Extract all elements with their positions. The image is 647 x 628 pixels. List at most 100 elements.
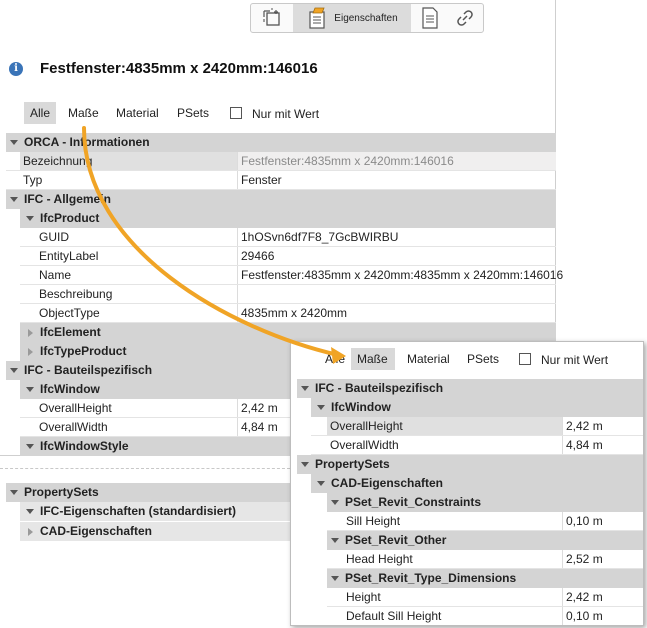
group-label: PSet_Revit_Constraints bbox=[345, 495, 482, 509]
group-cad-eigenschaften[interactable]: CAD-Eigenschaften bbox=[20, 522, 290, 541]
filter-checkbox[interactable] bbox=[519, 353, 531, 365]
document-icon bbox=[422, 7, 438, 29]
property-row-height[interactable]: Height 2,42 m bbox=[327, 588, 643, 607]
transform-button[interactable] bbox=[255, 4, 291, 32]
property-key: Bezeichnung bbox=[20, 152, 238, 170]
group-label: IfcWindow bbox=[40, 382, 100, 396]
expand-icon bbox=[28, 528, 33, 536]
link-icon bbox=[457, 10, 473, 26]
group-ifc-bauteilspezifisch[interactable]: IFC - Bauteilspezifisch bbox=[297, 379, 643, 398]
tab-alle[interactable]: Alle bbox=[24, 102, 56, 124]
collapse-icon bbox=[301, 386, 309, 391]
tab-material[interactable]: Material bbox=[110, 102, 165, 124]
collapse-icon bbox=[26, 509, 34, 514]
group-label: ORCA - Informationen bbox=[24, 135, 150, 149]
group-ifcproduct[interactable]: IfcProduct bbox=[20, 209, 556, 228]
property-row-sill-height[interactable]: Sill Height 0,10 m bbox=[327, 512, 643, 531]
tab-psets[interactable]: PSets bbox=[171, 102, 215, 124]
property-row-objecttype[interactable]: ObjectType 4835mm x 2420mm bbox=[20, 304, 556, 323]
collapse-icon bbox=[26, 216, 34, 221]
filter-label: Nur mit Wert bbox=[541, 353, 609, 367]
property-key: Default Sill Height bbox=[343, 607, 563, 625]
property-row-head-height[interactable]: Head Height 2,52 m bbox=[327, 550, 643, 569]
tab-psets[interactable]: PSets bbox=[461, 348, 505, 370]
properties-icon bbox=[309, 7, 325, 29]
property-key: Name bbox=[36, 266, 238, 284]
property-key: Height bbox=[343, 588, 563, 606]
group-label: IFC - Bauteilspezifisch bbox=[315, 381, 444, 395]
property-row-bezeichnung[interactable]: Bezeichnung Festfenster:4835mm x 2420mm:… bbox=[6, 152, 556, 171]
section-divider bbox=[0, 468, 290, 469]
group-label: IfcTypeProduct bbox=[40, 344, 127, 358]
group-label: CAD-Eigenschaften bbox=[331, 476, 444, 490]
property-key: OverallHeight bbox=[36, 399, 238, 417]
link-button[interactable] bbox=[449, 4, 481, 32]
collapse-icon bbox=[331, 500, 339, 505]
property-row-overallwidth[interactable]: OverallWidth 4,84 m bbox=[311, 436, 643, 455]
collapse-icon bbox=[10, 490, 18, 495]
filter-label: Nur mit Wert bbox=[252, 107, 320, 121]
properties-tab-button[interactable]: Eigenschaften bbox=[293, 4, 411, 32]
property-key: Sill Height bbox=[343, 512, 563, 530]
group-pset-other[interactable]: PSet_Revit_Other bbox=[327, 531, 643, 550]
group-ifcwindow[interactable]: IfcWindow bbox=[311, 398, 643, 417]
group-label: IFC - Bauteilspezifisch bbox=[24, 363, 153, 377]
transform-icon bbox=[263, 8, 280, 26]
tab-material[interactable]: Material bbox=[401, 348, 456, 370]
tab-masse[interactable]: Maße bbox=[351, 348, 395, 370]
group-propertysets[interactable]: PropertySets bbox=[297, 455, 643, 474]
property-row-typ[interactable]: Typ Fenster bbox=[6, 171, 556, 190]
property-value: 2,52 m bbox=[566, 552, 603, 566]
property-row-name[interactable]: Name Festfenster:4835mm x 2420mm:4835mm … bbox=[20, 266, 563, 285]
property-row-entitylabel[interactable]: EntityLabel 29466 bbox=[20, 247, 556, 266]
group-label: IfcProduct bbox=[40, 211, 100, 225]
property-key: OverallHeight bbox=[327, 417, 563, 435]
property-value: 2,42 m bbox=[566, 590, 603, 604]
group-label: IFC-Eigenschaften (standardisiert) bbox=[40, 504, 237, 518]
collapse-icon bbox=[26, 387, 34, 392]
property-value: 1hOSvn6df7F8_7GcBWIRBU bbox=[241, 230, 399, 244]
collapse-icon bbox=[26, 444, 34, 449]
group-ifcelement[interactable]: IfcElement bbox=[20, 323, 556, 342]
property-value: 29466 bbox=[241, 249, 275, 263]
property-value: 4,84 m bbox=[241, 420, 278, 434]
collapse-icon bbox=[331, 538, 339, 543]
group-label: CAD-Eigenschaften bbox=[40, 524, 153, 538]
group-label: IFC - Allgemein bbox=[24, 192, 111, 206]
property-row-beschreibung[interactable]: Beschreibung bbox=[20, 285, 556, 304]
group-pset-constraints[interactable]: PSet_Revit_Constraints bbox=[327, 493, 643, 512]
property-row-guid[interactable]: GUID 1hOSvn6df7F8_7GcBWIRBU bbox=[20, 228, 556, 247]
group-pset-type-dimensions[interactable]: PSet_Revit_Type_Dimensions bbox=[327, 569, 643, 588]
info-icon: i bbox=[9, 62, 23, 76]
property-row-overallheight[interactable]: OverallHeight 2,42 m bbox=[311, 417, 643, 436]
group-propertysets[interactable]: PropertySets bbox=[6, 483, 290, 502]
property-value bbox=[238, 285, 241, 303]
property-key: ObjectType bbox=[36, 304, 238, 322]
document-button[interactable] bbox=[413, 4, 447, 32]
group-ifc-eigenschaften[interactable]: IFC-Eigenschaften (standardisiert) bbox=[20, 502, 290, 521]
group-label: IfcElement bbox=[40, 325, 101, 339]
property-key: EntityLabel bbox=[36, 247, 238, 265]
collapse-icon bbox=[317, 481, 325, 486]
property-value: 0,10 m bbox=[566, 514, 603, 528]
property-key: Typ bbox=[20, 171, 238, 189]
property-value: 2,42 m bbox=[566, 419, 603, 433]
group-cad-eigenschaften[interactable]: CAD-Eigenschaften bbox=[311, 474, 643, 493]
property-value: Fenster bbox=[241, 173, 282, 187]
group-label: PSet_Revit_Type_Dimensions bbox=[345, 571, 517, 585]
property-row-default-sill-height[interactable]: Default Sill Height 0,10 m bbox=[327, 607, 643, 625]
tab-masse[interactable]: Maße bbox=[62, 102, 105, 124]
collapse-icon bbox=[10, 140, 18, 145]
tab-alle[interactable]: Alle bbox=[319, 348, 351, 370]
group-ifc-allgemein[interactable]: IFC - Allgemein bbox=[6, 190, 556, 209]
filter-checkbox[interactable] bbox=[230, 107, 242, 119]
property-key: Beschreibung bbox=[36, 285, 238, 303]
expand-icon bbox=[28, 329, 33, 337]
group-label: IfcWindowStyle bbox=[40, 439, 129, 453]
group-orca[interactable]: ORCA - Informationen bbox=[6, 133, 556, 152]
property-value: 2,42 m bbox=[241, 401, 278, 415]
element-title: Festfenster:4835mm x 2420mm:146016 bbox=[40, 60, 318, 77]
collapse-icon bbox=[10, 197, 18, 202]
property-key: GUID bbox=[36, 228, 238, 246]
group-label: PSet_Revit_Other bbox=[345, 533, 447, 547]
